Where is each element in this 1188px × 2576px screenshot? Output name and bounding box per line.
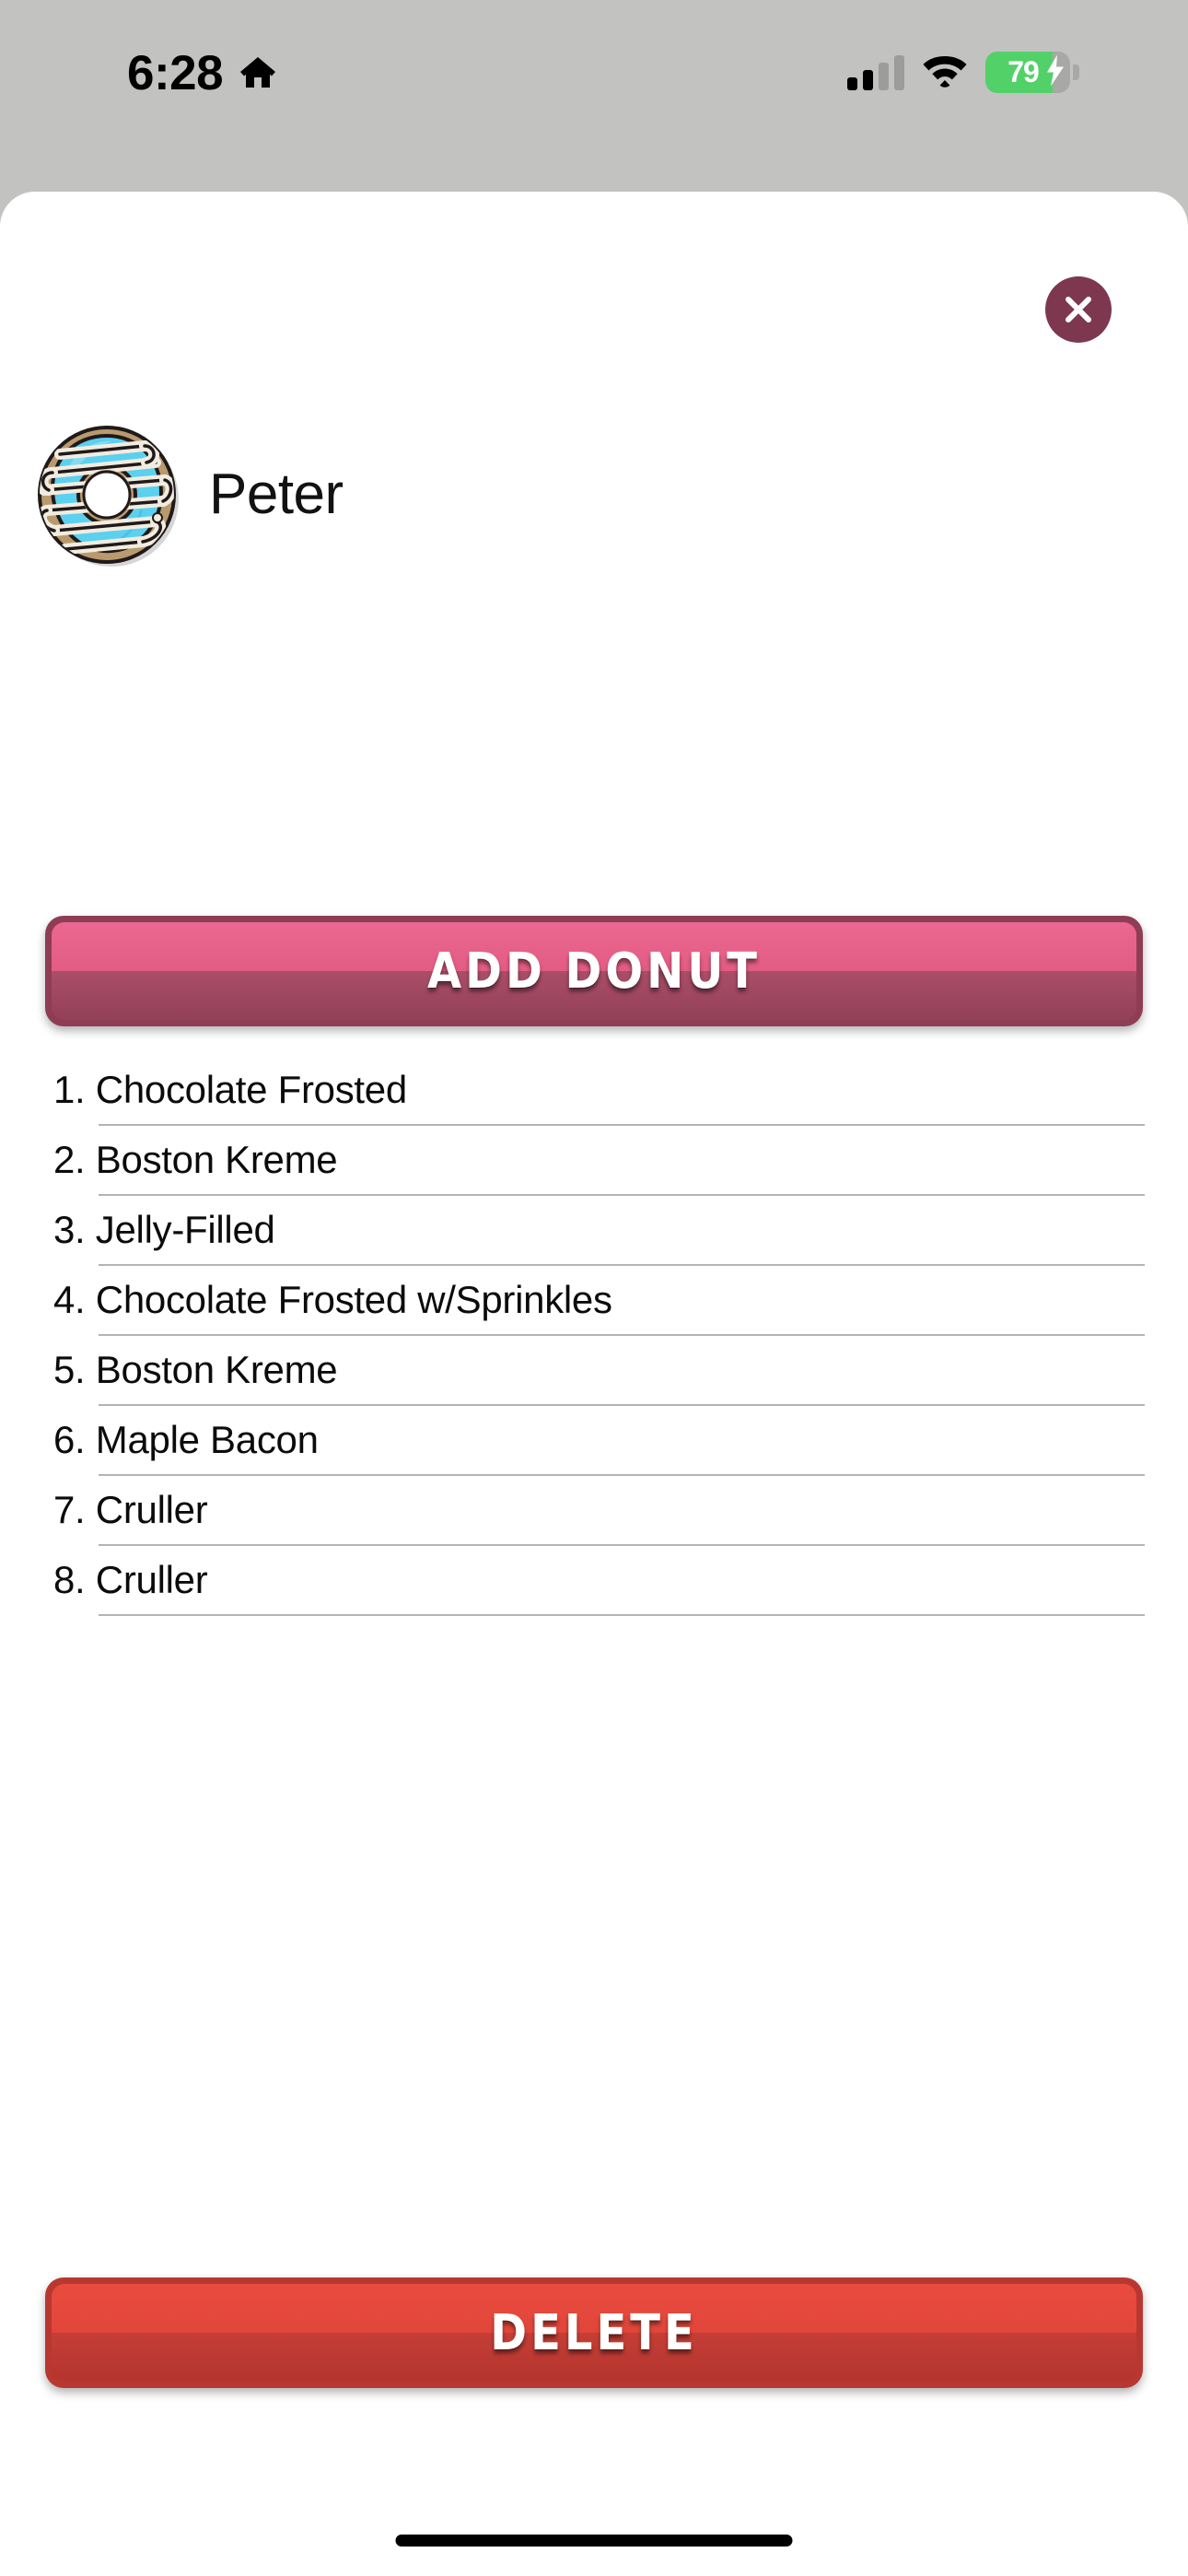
donut-list-item[interactable]: 5. Boston Kreme	[0, 1336, 1188, 1404]
home-icon	[238, 52, 278, 97]
status-bar: 6:28 79	[0, 0, 1188, 192]
cellular-signal-icon	[847, 54, 904, 90]
profile-name: Peter	[209, 463, 344, 526]
phone-screen: 6:28 79 Peter ADD DONUT 1. Chocolate Fro…	[0, 0, 1188, 2576]
donut-list-item[interactable]: 1. Chocolate Frosted	[0, 1056, 1188, 1124]
donut-avatar	[34, 422, 180, 568]
donut-list-item-label: 6. Maple Bacon	[53, 1418, 319, 1461]
donut-list-item[interactable]: 3. Jelly-Filled	[0, 1196, 1188, 1264]
donut-list-separator	[99, 1614, 1145, 1616]
add-donut-button[interactable]: ADD DONUT	[45, 916, 1143, 1026]
donut-list: 1. Chocolate Frosted 2. Boston Kreme 3. Je…	[0, 1056, 1188, 1616]
donut-list-sheet: Peter ADD DONUT 1. Chocolate Frosted 2. B…	[0, 192, 1188, 2576]
donut-list-item[interactable]: 2. Boston Kreme	[0, 1126, 1188, 1194]
delete-button[interactable]: DELETE	[45, 2277, 1143, 2388]
donut-list-item-label: 5. Boston Kreme	[53, 1348, 338, 1391]
wifi-icon	[923, 53, 967, 92]
add-donut-button-label: ADD DONUT	[426, 942, 762, 1001]
home-indicator[interactable]	[395, 2535, 793, 2547]
donut-list-item[interactable]: 7. Cruller	[0, 1476, 1188, 1544]
status-bar-left: 6:28	[127, 46, 278, 101]
battery-body: 79	[985, 52, 1070, 93]
donut-list-item-label: 8. Cruller	[53, 1558, 208, 1601]
delete-button-label: DELETE	[490, 2303, 698, 2362]
add-donut-button-surface: ADD DONUT	[52, 922, 1136, 1020]
donut-list-item-label: 4. Chocolate Frosted w/Sprinkles	[53, 1278, 612, 1321]
status-bar-clock: 6:28	[127, 46, 224, 100]
donut-list-item-label: 2. Boston Kreme	[53, 1138, 338, 1181]
donut-list-item-label: 1. Chocolate Frosted	[53, 1068, 407, 1111]
charging-bolt-icon	[1046, 54, 1065, 90]
donut-list-item[interactable]: 4. Chocolate Frosted w/Sprinkles	[0, 1266, 1188, 1334]
donut-list-item[interactable]: 8. Cruller	[0, 1546, 1188, 1614]
status-bar-right: 79	[847, 52, 1079, 93]
battery-cap	[1073, 64, 1079, 80]
donut-list-item-label: 3. Jelly-Filled	[53, 1208, 275, 1251]
delete-button-surface: DELETE	[52, 2284, 1136, 2382]
donut-list-item-label: 7. Cruller	[53, 1488, 208, 1531]
close-icon[interactable]	[1045, 276, 1112, 343]
donut-list-item[interactable]: 6. Maple Bacon	[0, 1406, 1188, 1474]
battery-icon: 79	[985, 52, 1079, 93]
profile-header: Peter	[34, 422, 344, 568]
